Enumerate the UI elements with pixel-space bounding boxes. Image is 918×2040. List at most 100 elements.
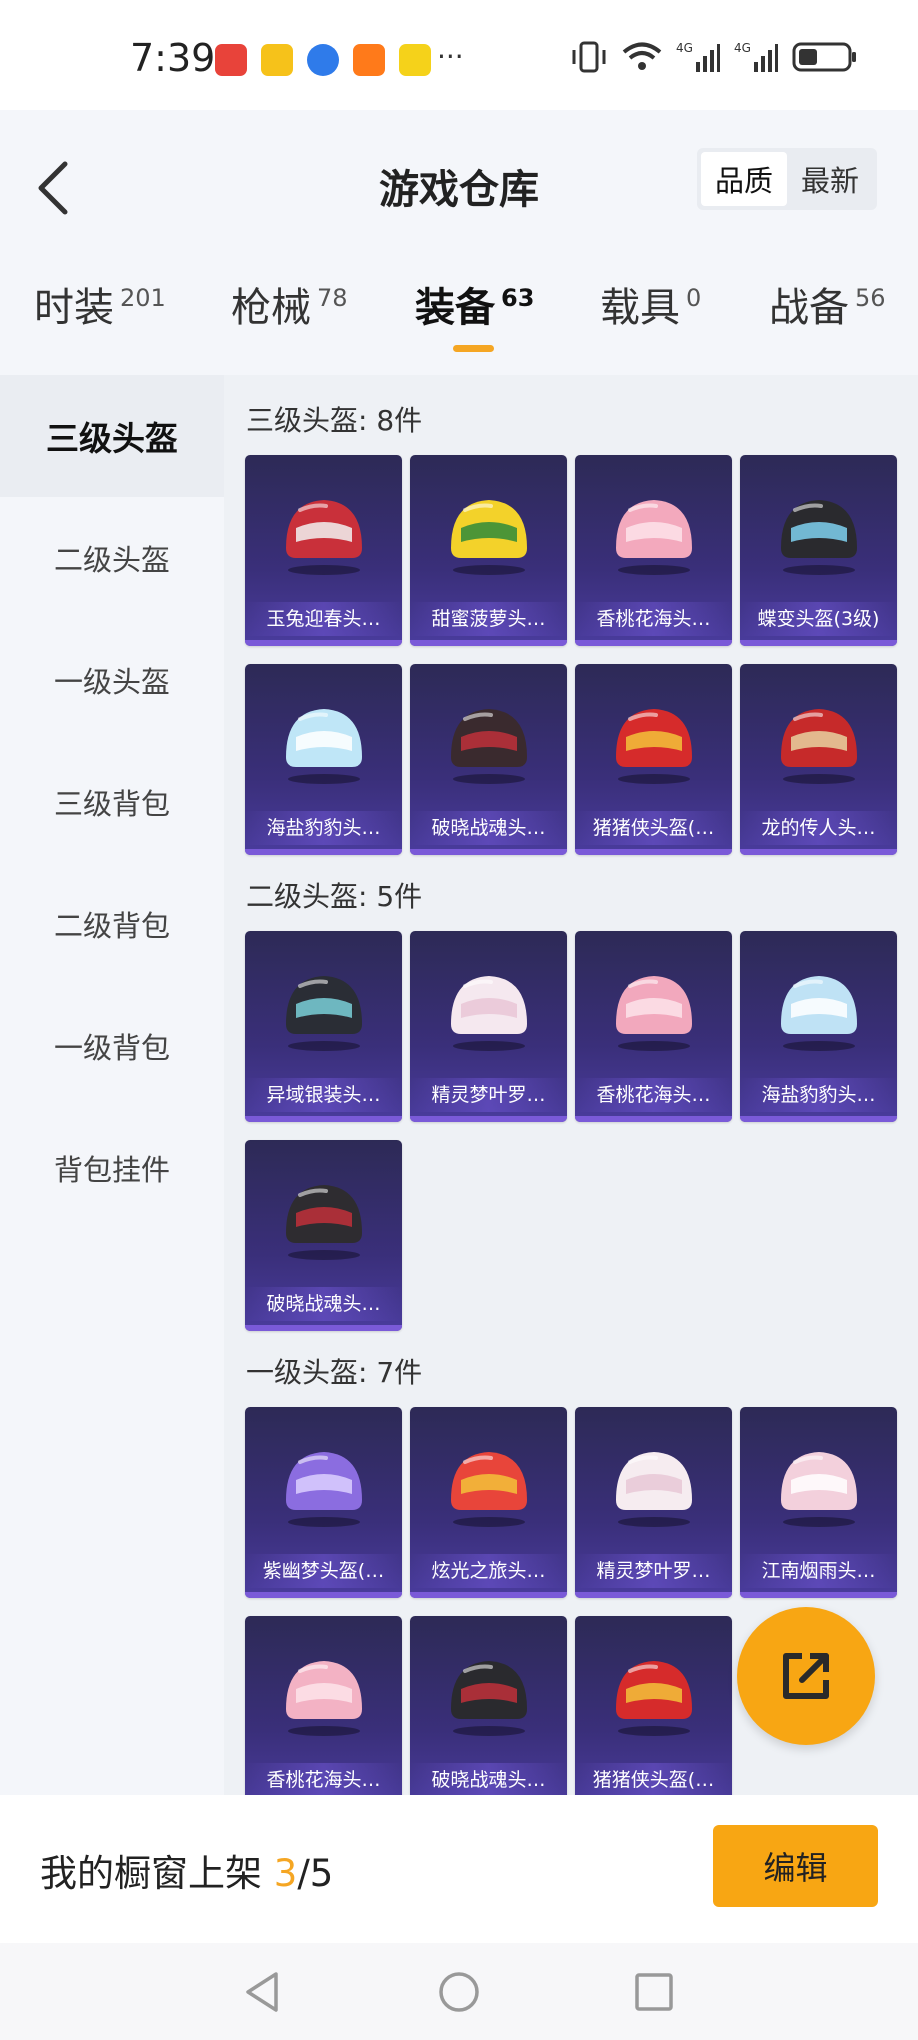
item-name: 异域银装头… — [245, 1078, 402, 1112]
item-card[interactable]: 破晓战魂头… — [245, 1140, 402, 1331]
item-name: 蝶变头盔(3级) — [740, 602, 897, 636]
sort-newest-option[interactable]: 最新 — [787, 152, 873, 206]
vibrate-icon — [572, 41, 606, 73]
helmet-icon — [450, 1452, 527, 1527]
edit-button[interactable]: 编辑 — [713, 1825, 878, 1907]
app-icon-game — [399, 44, 431, 76]
item-card[interactable]: 蝶变头盔(3级) — [740, 455, 897, 646]
app-icon-huawei — [215, 44, 247, 76]
item-card[interactable]: 海盐豹豹头… — [245, 664, 402, 855]
system-nav-bar — [0, 1943, 918, 2040]
battery-icon — [792, 42, 856, 72]
helmet-icon — [450, 709, 527, 784]
item-name: 猪猪侠头盔(… — [575, 811, 732, 845]
item-card[interactable]: 海盐豹豹头… — [740, 931, 897, 1122]
item-card[interactable]: 香桃花海头… — [245, 1616, 402, 1795]
tab-combat-gear[interactable]: 战备 56 — [769, 280, 886, 336]
item-card[interactable]: 破晓战魂头… — [410, 664, 567, 855]
helmet-image — [245, 949, 402, 1069]
item-name: 炫光之旅头… — [410, 1554, 567, 1588]
helmet-image — [740, 949, 897, 1069]
item-name: 精灵梦叶罗… — [575, 1554, 732, 1588]
sidebar-item-level1-helmet[interactable]: 一级头盔 — [0, 619, 224, 741]
wifi-icon — [622, 42, 662, 70]
item-card[interactable]: 玉兔迎春头… — [245, 455, 402, 646]
showcase-label: 我的橱窗上架 — [40, 1852, 262, 1895]
sidebar-item-level2-backpack[interactable]: 二级背包 — [0, 863, 224, 985]
item-card[interactable]: 猪猪侠头盔(… — [575, 664, 732, 855]
helmet-icon — [285, 709, 362, 784]
triangle-back-icon — [246, 1972, 278, 2012]
helmet-icon — [780, 1452, 857, 1527]
tab-vehicles[interactable]: 载具 0 — [600, 280, 701, 336]
item-card[interactable]: 紫幽梦头盔(… — [245, 1407, 402, 1598]
item-card[interactable]: 精灵梦叶罗… — [575, 1407, 732, 1598]
helmet-image — [245, 682, 402, 802]
item-name: 紫幽梦头盔(… — [245, 1554, 402, 1588]
helmet-icon — [450, 1661, 527, 1736]
item-card[interactable]: 香桃花海头… — [575, 931, 732, 1122]
helmet-icon — [615, 976, 692, 1051]
sort-quality-option[interactable]: 品质 — [701, 152, 787, 206]
sidebar-item-backpack-charm[interactable]: 背包挂件 — [0, 1107, 224, 1229]
item-name: 香桃花海头… — [575, 602, 732, 636]
helmet-image — [245, 1158, 402, 1278]
helmet-image — [245, 1425, 402, 1545]
share-button[interactable] — [737, 1607, 875, 1745]
helmet-icon — [780, 976, 857, 1051]
sidebar-item-level3-backpack[interactable]: 三级背包 — [0, 741, 224, 863]
tab-fashion[interactable]: 时装 201 — [34, 280, 166, 336]
item-name: 龙的传人头… — [740, 811, 897, 845]
item-name: 香桃花海头… — [245, 1763, 402, 1795]
item-name: 江南烟雨头… — [740, 1554, 897, 1588]
section-title: 一级头盔: 7件 — [246, 1356, 423, 1389]
app-icon-yellow — [261, 44, 293, 76]
helmet-image — [575, 473, 732, 593]
active-tab-indicator — [453, 345, 494, 352]
app-icon-video — [353, 44, 385, 76]
tab-count: 56 — [855, 284, 886, 312]
tab-weapons[interactable]: 枪械 78 — [231, 280, 348, 336]
svg-text:4G: 4G — [676, 41, 693, 55]
external-link-icon — [783, 1653, 829, 1699]
tab-equipment[interactable]: 装备 63 — [415, 280, 534, 336]
showcase-current-count: 3 — [273, 1852, 298, 1895]
system-icons: 4G 4G — [570, 40, 858, 74]
helmet-image — [575, 682, 732, 802]
nav-home-button[interactable] — [434, 1967, 484, 2017]
status-bar: 7:39 ··· 4G 4G — [0, 0, 918, 110]
tab-label: 战备 — [769, 285, 849, 331]
item-card[interactable]: 精灵梦叶罗… — [410, 931, 567, 1122]
nav-back-button[interactable] — [237, 1967, 287, 2017]
item-card[interactable]: 破晓战魂头… — [410, 1616, 567, 1795]
showcase-status: 我的橱窗上架 3/5 — [40, 1843, 333, 1897]
showcase-bar: 我的橱窗上架 3/5 编辑 — [0, 1795, 918, 1943]
app-icon-blue — [307, 44, 339, 76]
tab-count: 201 — [120, 284, 166, 312]
helmet-image — [410, 1634, 567, 1754]
helmet-icon — [615, 709, 692, 784]
helmet-image — [410, 949, 567, 1069]
helmet-icon — [450, 500, 527, 575]
item-name: 精灵梦叶罗… — [410, 1078, 567, 1112]
item-card[interactable]: 异域银装头… — [245, 931, 402, 1122]
svg-text:4G: 4G — [734, 41, 751, 55]
clock: 7:39 — [130, 36, 216, 80]
item-card[interactable]: 猪猪侠头盔(… — [575, 1616, 732, 1795]
item-card[interactable]: 江南烟雨头… — [740, 1407, 897, 1598]
more-notifications-icon: ··· — [437, 40, 464, 73]
helmet-icon — [615, 500, 692, 575]
item-card[interactable]: 甜蜜菠萝头… — [410, 455, 567, 646]
nav-recents-button[interactable] — [629, 1967, 679, 2017]
item-name: 香桃花海头… — [575, 1078, 732, 1112]
item-card[interactable]: 龙的传人头… — [740, 664, 897, 855]
item-card[interactable]: 炫光之旅头… — [410, 1407, 567, 1598]
helmet-image — [410, 473, 567, 593]
sidebar-item-level3-helmet[interactable]: 三级头盔 — [0, 375, 224, 497]
item-card[interactable]: 香桃花海头… — [575, 455, 732, 646]
sidebar: 三级头盔 二级头盔 一级头盔 三级背包 二级背包 一级背包 背包挂件 — [0, 375, 224, 1795]
helmet-icon — [285, 1661, 362, 1736]
sidebar-item-level1-backpack[interactable]: 一级背包 — [0, 985, 224, 1107]
helmet-icon — [285, 1185, 362, 1260]
sidebar-item-level2-helmet[interactable]: 二级头盔 — [0, 497, 224, 619]
